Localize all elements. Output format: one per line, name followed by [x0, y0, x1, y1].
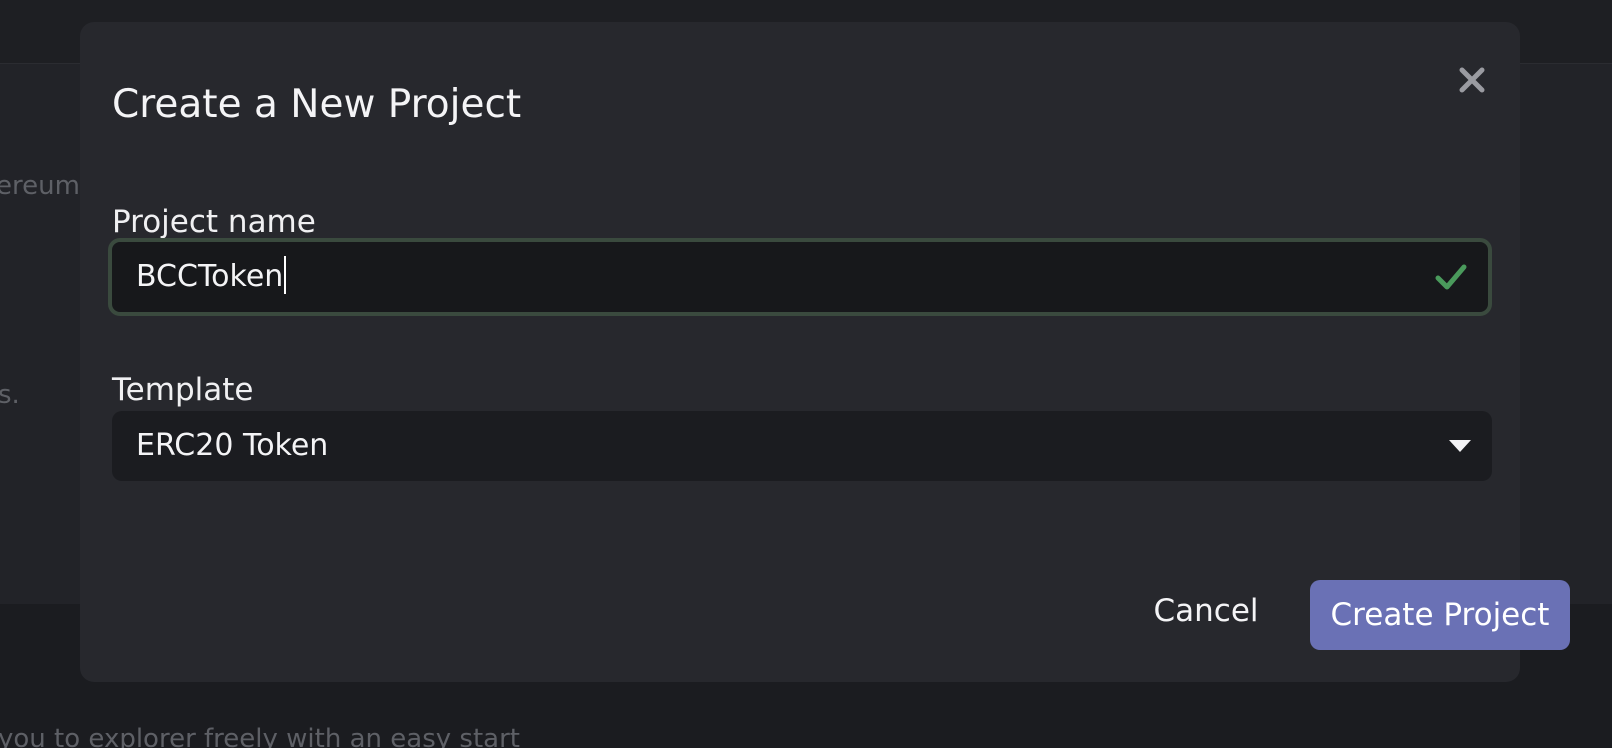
template-selected-value: ERC20 Token: [136, 428, 329, 463]
template-select[interactable]: ERC20 Token: [112, 411, 1492, 481]
cancel-button[interactable]: Cancel: [1146, 576, 1266, 646]
background-text-line-3: you to explorer freely with an easy star…: [0, 724, 520, 748]
create-project-dialog: Create a New Project Project name BCCTok…: [80, 22, 1570, 682]
close-button[interactable]: [1454, 62, 1490, 98]
project-name-field[interactable]: BCCToken: [108, 238, 1492, 316]
create-project-button[interactable]: Create Project: [1310, 580, 1570, 650]
project-name-input[interactable]: [112, 242, 1432, 312]
chevron-down-icon: [1449, 440, 1471, 452]
project-name-label: Project name: [112, 204, 316, 240]
dialog-title: Create a New Project: [112, 82, 522, 127]
checkmark-icon: [1435, 264, 1467, 290]
background-text-line-2: s.: [0, 380, 20, 410]
app-window: ereum s. you to explorer freely with an …: [0, 0, 1612, 748]
template-label: Template: [112, 372, 254, 408]
background-text-line-1: ereum: [0, 171, 80, 201]
close-icon: [1459, 67, 1485, 93]
